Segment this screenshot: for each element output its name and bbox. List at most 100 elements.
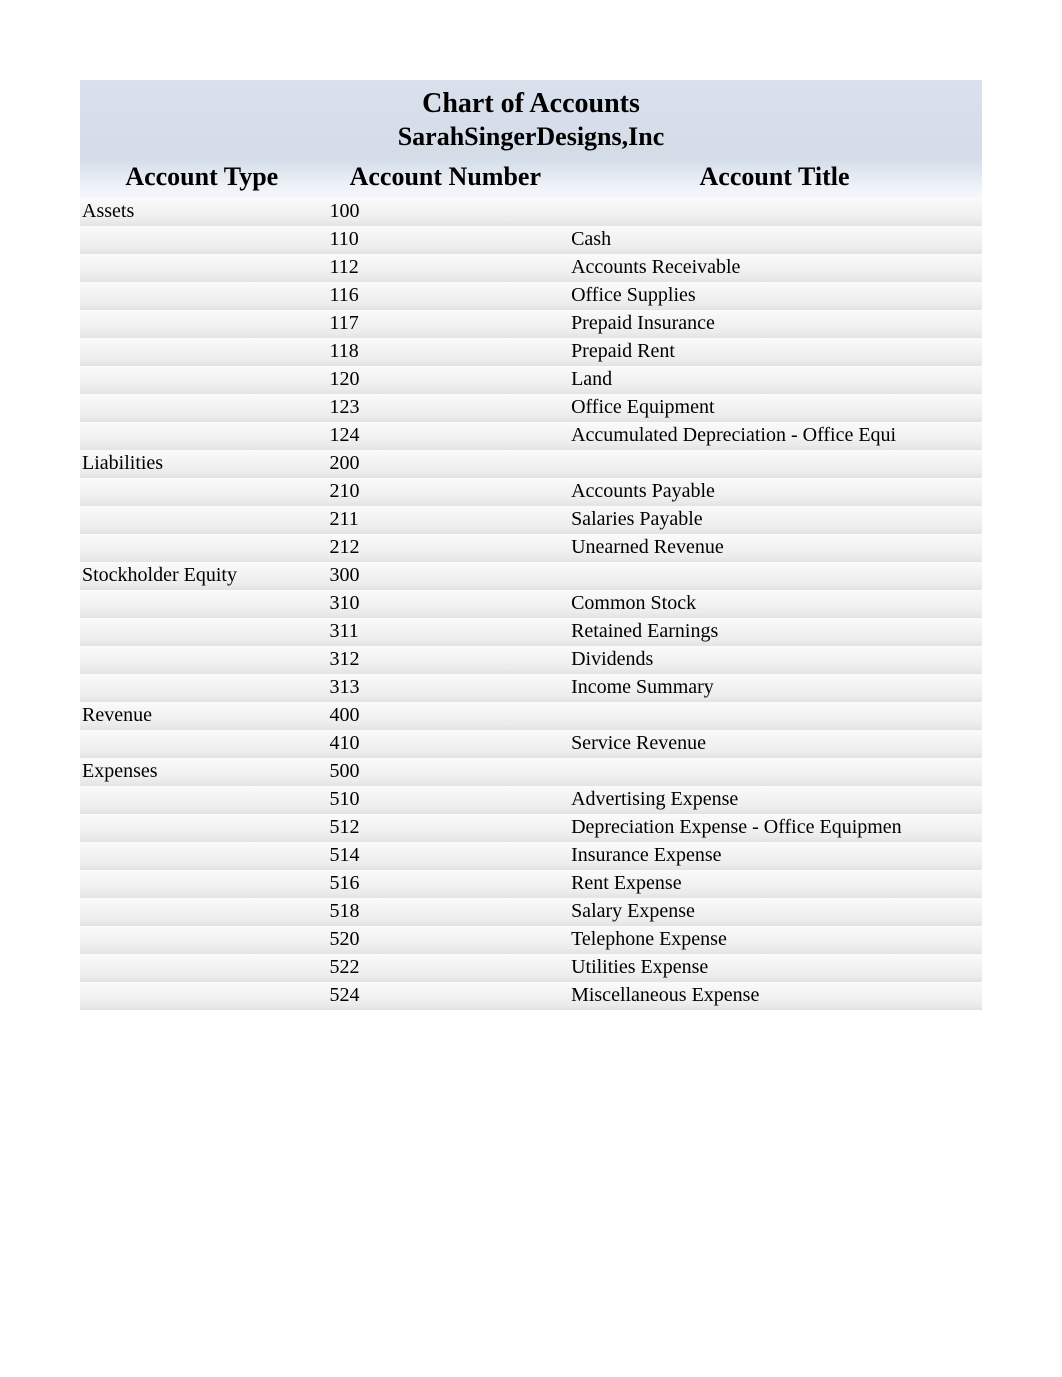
account-type-cell (80, 618, 324, 646)
account-number-cell: 512 (324, 814, 568, 842)
account-number-cell: 211 (324, 506, 568, 534)
col-header-number: Account Number (324, 158, 568, 198)
account-type-cell (80, 954, 324, 982)
account-title-cell: Insurance Expense (567, 842, 982, 870)
account-type-cell (80, 898, 324, 926)
account-title-cell: Land (567, 366, 982, 394)
account-type-cell (80, 870, 324, 898)
account-type-cell (80, 366, 324, 394)
account-number-cell: 310 (324, 590, 568, 618)
table-row: 516Rent Expense (80, 870, 982, 898)
account-type-cell (80, 674, 324, 702)
account-number-cell: 117 (324, 310, 568, 338)
account-type-cell (80, 226, 324, 254)
account-title-cell: Cash (567, 226, 982, 254)
table-row: 514Insurance Expense (80, 842, 982, 870)
company-name: SarahSingerDesigns,Inc (80, 121, 982, 154)
table-row: 310Common Stock (80, 590, 982, 618)
account-title-cell: Unearned Revenue (567, 534, 982, 562)
accounts-table: Account Type Account Number Account Titl… (80, 158, 982, 1010)
account-number-cell: 120 (324, 366, 568, 394)
col-header-title: Account Title (567, 158, 982, 198)
table-row: 116Office Supplies (80, 282, 982, 310)
account-number-cell: 520 (324, 926, 568, 954)
account-number-cell: 118 (324, 338, 568, 366)
account-title-cell: Retained Earnings (567, 618, 982, 646)
table-row: 512Depreciation Expense - Office Equipme… (80, 814, 982, 842)
table-row: 524Miscellaneous Expense (80, 982, 982, 1010)
table-row: 520Telephone Expense (80, 926, 982, 954)
account-title-cell: Office Equipment (567, 394, 982, 422)
account-number-cell: 514 (324, 842, 568, 870)
account-number-cell: 300 (324, 562, 568, 590)
table-row: 117Prepaid Insurance (80, 310, 982, 338)
account-title-cell: Service Revenue (567, 730, 982, 758)
table-row: 311Retained Earnings (80, 618, 982, 646)
account-type-cell (80, 786, 324, 814)
account-type-cell: Liabilities (80, 450, 324, 478)
account-number-cell: 212 (324, 534, 568, 562)
account-title-cell: Salaries Payable (567, 506, 982, 534)
account-number-cell: 500 (324, 758, 568, 786)
account-title-cell (567, 198, 982, 226)
account-number-cell: 516 (324, 870, 568, 898)
account-number-cell: 400 (324, 702, 568, 730)
account-title-cell: Salary Expense (567, 898, 982, 926)
page-title: Chart of Accounts (80, 86, 982, 121)
account-number-cell: 200 (324, 450, 568, 478)
account-number-cell: 510 (324, 786, 568, 814)
account-title-cell: Dividends (567, 646, 982, 674)
account-type-cell (80, 282, 324, 310)
account-type-cell (80, 310, 324, 338)
table-row: 110Cash (80, 226, 982, 254)
account-type-cell (80, 646, 324, 674)
table-row: 123Office Equipment (80, 394, 982, 422)
table-row: Expenses500 (80, 758, 982, 786)
document-header: Chart of Accounts SarahSingerDesigns,Inc (80, 80, 982, 158)
account-type-cell (80, 926, 324, 954)
table-row: 522Utilities Expense (80, 954, 982, 982)
account-title-cell: Miscellaneous Expense (567, 982, 982, 1010)
document-container: Chart of Accounts SarahSingerDesigns,Inc… (80, 80, 982, 1010)
account-number-cell: 124 (324, 422, 568, 450)
account-number-cell: 100 (324, 198, 568, 226)
account-type-cell (80, 506, 324, 534)
account-type-cell (80, 730, 324, 758)
account-type-cell: Expenses (80, 758, 324, 786)
account-type-cell (80, 394, 324, 422)
table-row: 410Service Revenue (80, 730, 982, 758)
table-row: 313Income Summary (80, 674, 982, 702)
account-number-cell: 110 (324, 226, 568, 254)
account-number-cell: 313 (324, 674, 568, 702)
account-title-cell: Office Supplies (567, 282, 982, 310)
account-title-cell (567, 450, 982, 478)
account-type-cell (80, 982, 324, 1010)
account-title-cell: Prepaid Rent (567, 338, 982, 366)
account-number-cell: 311 (324, 618, 568, 646)
account-title-cell: Rent Expense (567, 870, 982, 898)
table-row: 212Unearned Revenue (80, 534, 982, 562)
account-title-cell: Income Summary (567, 674, 982, 702)
account-title-cell: Accounts Receivable (567, 254, 982, 282)
account-title-cell: Prepaid Insurance (567, 310, 982, 338)
table-row: Revenue400 (80, 702, 982, 730)
account-title-cell: Utilities Expense (567, 954, 982, 982)
account-number-cell: 116 (324, 282, 568, 310)
table-row: 112Accounts Receivable (80, 254, 982, 282)
account-type-cell: Stockholder Equity (80, 562, 324, 590)
account-title-cell (567, 758, 982, 786)
account-title-cell (567, 562, 982, 590)
table-row: 118Prepaid Rent (80, 338, 982, 366)
table-row: 211Salaries Payable (80, 506, 982, 534)
account-title-cell: Telephone Expense (567, 926, 982, 954)
account-title-cell: Accounts Payable (567, 478, 982, 506)
account-type-cell (80, 422, 324, 450)
account-title-cell: Common Stock (567, 590, 982, 618)
table-header-row: Account Type Account Number Account Titl… (80, 158, 982, 198)
account-number-cell: 518 (324, 898, 568, 926)
account-number-cell: 123 (324, 394, 568, 422)
table-row: 120Land (80, 366, 982, 394)
account-type-cell (80, 338, 324, 366)
table-row: 510Advertising Expense (80, 786, 982, 814)
account-title-cell: Depreciation Expense - Office Equipmen (567, 814, 982, 842)
